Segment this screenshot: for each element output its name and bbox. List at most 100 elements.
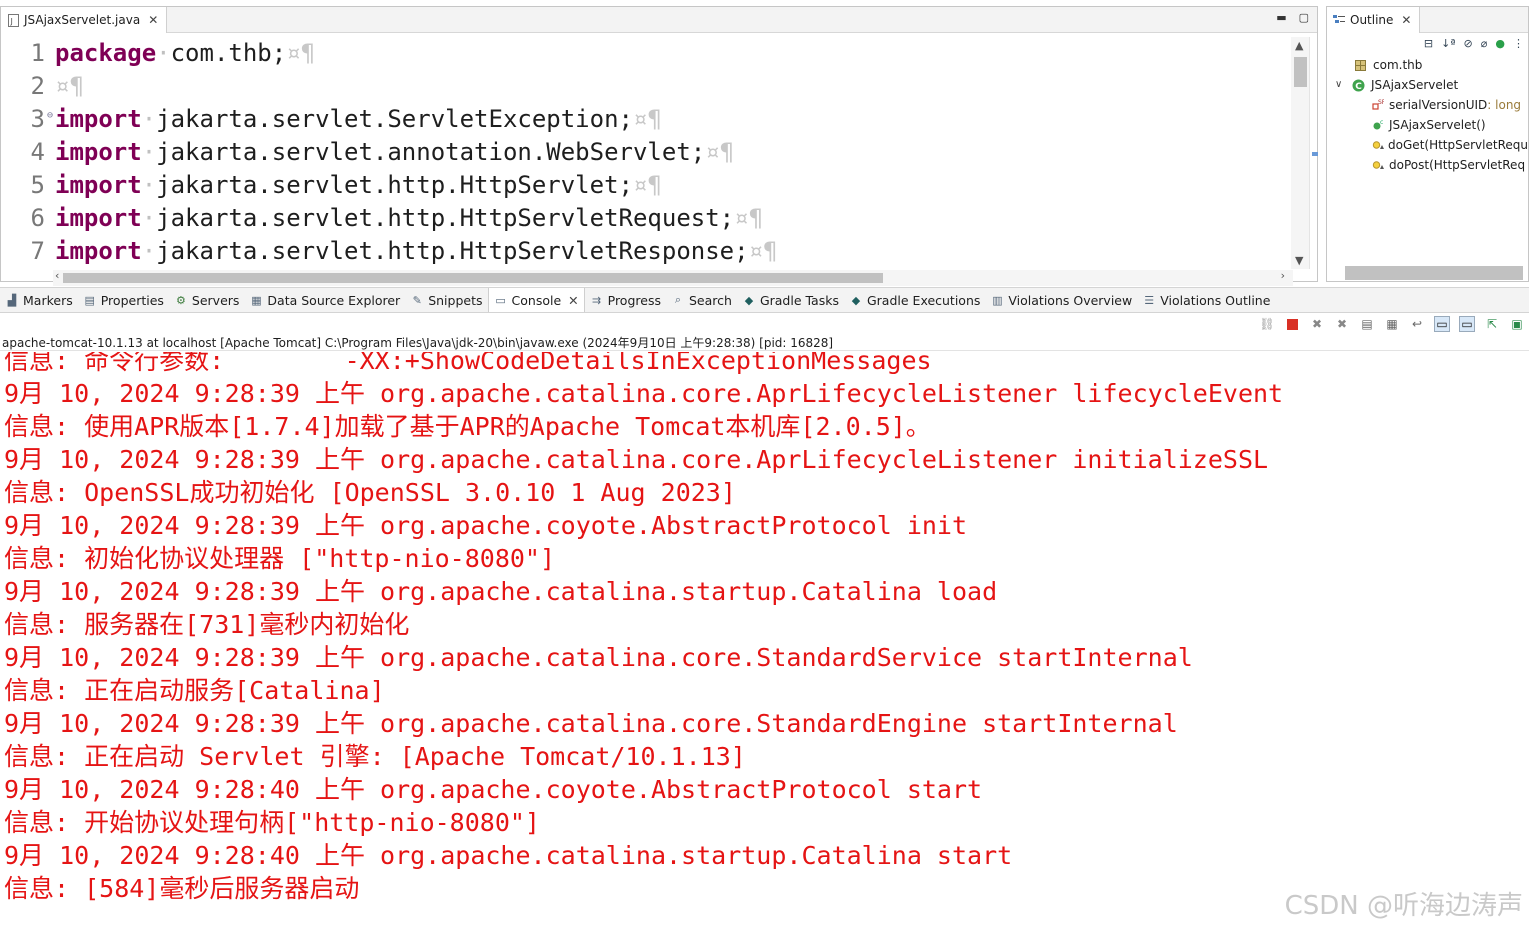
snippets-icon: ✎ xyxy=(412,293,422,307)
view-tab[interactable]: ⌕ Search xyxy=(666,288,737,312)
link-icon[interactable]: ⛓ xyxy=(1259,316,1275,332)
eol-marker: ¤¶ xyxy=(55,72,84,100)
view-tab[interactable]: ⚙ Servers xyxy=(169,288,245,312)
method-icon xyxy=(1371,158,1385,172)
terminate-icon[interactable] xyxy=(1284,316,1300,332)
svg-text:J: J xyxy=(9,17,12,26)
clear-console-icon[interactable]: ▤ xyxy=(1359,316,1375,332)
view-tab[interactable]: ▭ Console ✕ xyxy=(487,288,585,312)
scroll-up-icon[interactable]: ▲ xyxy=(1295,39,1303,52)
watermark: CSDN @听海边涛声 xyxy=(1284,891,1523,921)
console-line: 9月 10, 2024 9:28:39 上午 org.apache.catali… xyxy=(4,379,1284,408)
ruler-marker[interactable] xyxy=(1312,152,1318,156)
console-line: 信息: 初始化协议处理器 ["http-nio-8080"] xyxy=(4,544,556,573)
view-tab-label: Gradle Tasks xyxy=(759,292,839,308)
outline-tabbar: Outline ✕ xyxy=(1327,7,1528,33)
view-tab-label: Markers xyxy=(23,292,73,308)
outline-member-label: doPost(HttpServletReq xyxy=(1389,158,1526,172)
scroll-lock-icon[interactable]: ▦ xyxy=(1384,316,1400,332)
outline-member[interactable]: c JSAjaxServelet() xyxy=(1327,115,1528,135)
line-number: 2 xyxy=(30,72,45,100)
svg-text:c: c xyxy=(1380,119,1383,126)
outline-member[interactable]: doGet(HttpServletRequ xyxy=(1327,135,1528,155)
line-number: 3 ⊖ xyxy=(11,103,53,136)
scrollbar-thumb[interactable] xyxy=(1294,57,1307,87)
show-stderr-icon[interactable]: ▭ xyxy=(1459,316,1475,332)
outline-horizontal-scrollbar[interactable] xyxy=(1345,266,1523,280)
method-icon xyxy=(1371,138,1384,152)
scrollbar-thumb[interactable] xyxy=(63,273,883,283)
console-line: 9月 10, 2024 9:28:39 上午 org.apache.catali… xyxy=(4,643,1193,672)
eol-marker: ¤¶ xyxy=(286,39,316,67)
hide-nonpublic-icon[interactable]: ● xyxy=(1495,37,1505,55)
keyword: import xyxy=(55,204,142,232)
pin-console-icon[interactable]: ⇱ xyxy=(1484,316,1500,332)
outline-class[interactable]: ∨ C JSAjaxServelet xyxy=(1327,75,1528,95)
console-output[interactable]: 信息: 命令行参数: -XX:+ShowCodeDetailsInExcepti… xyxy=(0,352,1529,932)
console-line: 信息: 正在启动 Servlet 引擎: [Apache Tomcat/10.1… xyxy=(4,742,746,771)
eol-marker: ¤¶ xyxy=(705,138,735,166)
view-tab[interactable]: ◆ Gradle Executions xyxy=(844,288,985,312)
progress-icon: ⇉ xyxy=(592,293,602,307)
violations-icon: ▥ xyxy=(992,293,1003,307)
scroll-right-icon[interactable]: › xyxy=(1281,269,1285,282)
code-editor[interactable]: 1 package·com.thb;¤¶ 2 ¤¶ 3 ⊖ import·jakarta.s… xyxy=(11,37,1255,269)
editor-horizontal-scrollbar[interactable]: ‹ › xyxy=(53,269,1293,286)
scroll-left-icon[interactable]: ‹ xyxy=(55,269,59,282)
properties-icon: ▤ xyxy=(84,293,95,307)
close-icon[interactable]: ✕ xyxy=(568,293,578,308)
view-tab[interactable]: ☰ Violations Outline xyxy=(1137,288,1275,312)
hide-fields-icon[interactable]: ⊘ xyxy=(1464,37,1473,55)
fold-icon[interactable]: ⊖ xyxy=(47,99,53,132)
show-stdout-icon[interactable]: ▭ xyxy=(1434,316,1450,332)
outline-member[interactable]: SF serialVersionUID : long xyxy=(1327,95,1528,115)
sort-icon[interactable]: ↓ª xyxy=(1441,37,1455,55)
word-wrap-icon[interactable]: ↩ xyxy=(1409,316,1425,332)
view-tab[interactable]: ✎ Snippets xyxy=(405,288,487,312)
view-tab[interactable]: ▤ Properties xyxy=(78,288,169,312)
console-line: 信息: 命令行参数: -XX:+ShowCodeDetailsInExcepti… xyxy=(4,352,932,375)
remove-launch-icon[interactable]: ✖ xyxy=(1309,316,1325,332)
remove-all-icon[interactable]: ✖ xyxy=(1334,316,1350,332)
collapse-all-icon[interactable]: ⊟ xyxy=(1424,37,1433,55)
outline-member-label: JSAjaxServelet() xyxy=(1389,118,1486,132)
scroll-down-icon[interactable]: ▼ xyxy=(1295,254,1303,267)
keyword: import xyxy=(55,171,142,199)
view-tab[interactable]: ◆ Gradle Tasks xyxy=(737,288,844,312)
outline-tab[interactable]: Outline ✕ xyxy=(1327,7,1421,33)
whitespace-marker: · xyxy=(141,105,157,133)
field-icon: SF xyxy=(1371,98,1385,112)
close-icon[interactable]: ✕ xyxy=(148,13,158,27)
whitespace-marker: · xyxy=(141,237,157,265)
code-text: import·jakarta.servlet.http.HttpServlet;… xyxy=(51,169,662,202)
view-tab-label: Snippets xyxy=(428,292,483,308)
outline-member[interactable]: doPost(HttpServletReq xyxy=(1327,155,1528,175)
view-tab[interactable]: ▟ Markers xyxy=(0,288,78,312)
code-text: package·com.thb;¤¶ xyxy=(51,37,315,70)
editor-vertical-scrollbar[interactable]: ▲ ▼ xyxy=(1291,37,1309,269)
outline-members: SF serialVersionUID : long c JSAjaxServelet… xyxy=(1327,95,1528,175)
editor-tab-label: JSAjaxServelet.java xyxy=(24,13,141,27)
editor-tab[interactable]: J JSAjaxServelet.java ✕ xyxy=(1,7,168,33)
minimize-icon[interactable]: ▬ xyxy=(1276,11,1286,24)
line-number: 7 xyxy=(30,237,45,265)
package-icon xyxy=(1353,58,1367,72)
view-tab-label: Violations Outline xyxy=(1160,292,1271,308)
view-tab[interactable]: ⇉ Progress xyxy=(585,288,666,312)
view-menu-icon[interactable]: ⋮ xyxy=(1513,37,1524,55)
line-number: 4 xyxy=(30,138,45,166)
outline-package[interactable]: com.thb xyxy=(1327,55,1528,75)
console-line: 信息: [584]毫秒后服务器启动 xyxy=(4,874,360,903)
view-tab[interactable]: ▥ Violations Overview xyxy=(985,288,1137,312)
close-icon[interactable]: ✕ xyxy=(1401,13,1411,27)
chevron-down-icon[interactable]: ∨ xyxy=(1335,75,1347,95)
keyword: import xyxy=(55,138,142,166)
hide-static-icon[interactable]: ⌀ xyxy=(1481,37,1488,55)
view-tab-label: Gradle Executions xyxy=(866,292,981,308)
view-tab-label: Console xyxy=(511,292,562,308)
class-icon: C xyxy=(1351,78,1365,92)
maximize-icon[interactable]: ▢ xyxy=(1299,11,1309,24)
code-line: 7 import·jakarta.servlet.http.HttpServlet… xyxy=(11,235,1255,268)
view-tab[interactable]: ▦ Data Source Explorer xyxy=(244,288,405,312)
open-console-icon[interactable]: ▣ xyxy=(1509,316,1525,332)
